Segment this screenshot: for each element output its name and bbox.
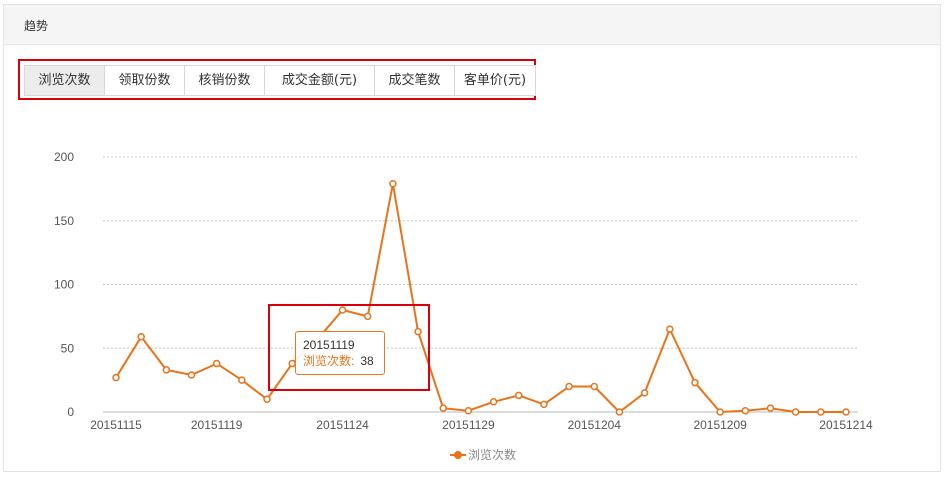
data-point[interactable] (464, 406, 473, 415)
data-point[interactable] (263, 395, 271, 403)
series-line (115, 183, 846, 414)
data-point[interactable] (615, 408, 624, 416)
data-point[interactable] (489, 398, 498, 406)
legend-label: 浏览次数 (468, 448, 517, 462)
data-point[interactable] (112, 373, 120, 382)
data-point[interactable] (565, 382, 573, 391)
data-point[interactable] (389, 180, 397, 188)
x-tick-label: 20151209 (693, 418, 747, 432)
x-tick-label: 20151119 (191, 418, 243, 432)
y-tick-label: 0 (67, 405, 74, 419)
data-point[interactable] (640, 389, 649, 397)
data-point[interactable] (162, 366, 171, 374)
data-point[interactable] (238, 376, 246, 384)
data-point[interactable] (716, 408, 724, 416)
x-tick-label: 20151115 (90, 418, 142, 432)
data-point[interactable] (439, 404, 447, 412)
y-tick-label: 50 (61, 341, 75, 355)
data-point[interactable] (817, 408, 825, 416)
x-axis-ticks: 20151115 20151119 20151124 20151129 20151204… (90, 418, 873, 432)
series-points (112, 180, 850, 416)
data-point[interactable] (842, 408, 850, 416)
data-point[interactable] (766, 404, 775, 412)
grid-lines (103, 156, 858, 413)
data-point[interactable] (212, 359, 221, 368)
data-point[interactable] (741, 406, 750, 415)
x-tick-label: 20151124 (316, 418, 369, 432)
data-point[interactable] (791, 408, 800, 416)
data-point[interactable] (666, 325, 674, 333)
data-point[interactable] (540, 400, 548, 409)
tooltip-highlight-box (268, 304, 430, 391)
y-axis-ticks: 0 50 100 150 200 (54, 150, 74, 419)
y-tick-label: 100 (54, 278, 74, 292)
y-tick-label: 150 (54, 214, 74, 228)
line-chart: 050100150200 20151115 20151119 20151124 201… (54, 150, 873, 432)
chart-legend[interactable]: 浏览次数 (450, 446, 516, 463)
data-point[interactable] (137, 333, 145, 341)
data-point[interactable] (515, 391, 523, 400)
data-point[interactable] (590, 382, 599, 391)
legend-line-marker-icon (450, 450, 466, 460)
y-tick-label: 200 (54, 150, 74, 164)
x-tick-label: 20151129 (442, 418, 495, 432)
x-tick-label: 20151214 (819, 418, 873, 432)
data-point[interactable] (691, 378, 699, 387)
data-point[interactable] (187, 371, 196, 379)
x-tick-label: 20151204 (568, 418, 622, 432)
